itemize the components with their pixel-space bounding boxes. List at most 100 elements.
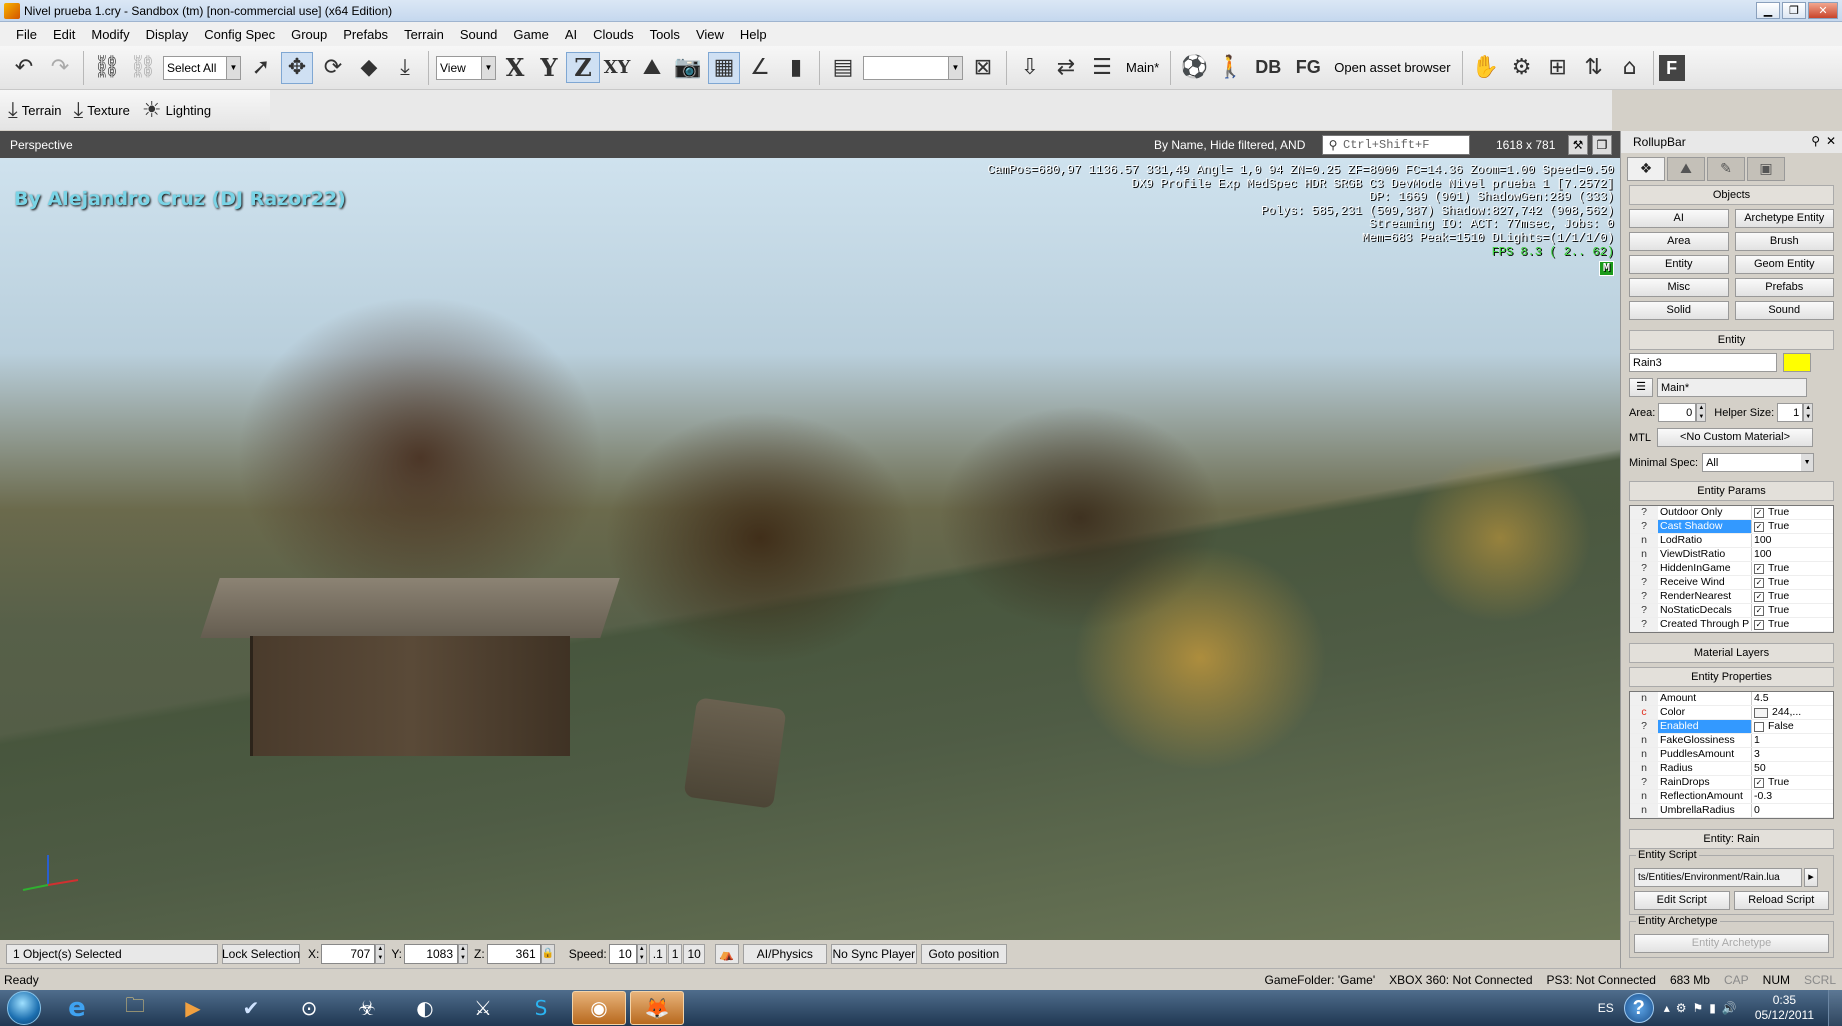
- selection-mask-dropdown[interactable]: Select All ▼: [163, 55, 241, 80]
- entity-param-value-cell[interactable]: 100: [1752, 534, 1833, 547]
- entity-property-row[interactable]: n Amount 4.5: [1630, 692, 1833, 706]
- entity-layer-value[interactable]: Main*: [1657, 378, 1807, 397]
- flowgraph-button[interactable]: FG: [1288, 57, 1328, 78]
- checkbox[interactable]: ✓: [1754, 605, 1764, 616]
- current-layer-label[interactable]: Main*: [1126, 60, 1159, 75]
- entity-param-row[interactable]: ? RenderNearest ✓ True: [1630, 590, 1833, 604]
- checkbox[interactable]: ✓: [1754, 507, 1764, 518]
- entity-property-row[interactable]: c Color 244,...: [1630, 706, 1833, 720]
- language-indicator[interactable]: ES: [1598, 1001, 1614, 1015]
- entity-param-row[interactable]: ? Receive Wind ✓ True: [1630, 576, 1833, 590]
- menu-edit[interactable]: Edit: [45, 27, 83, 42]
- show-desktop-button[interactable]: [1828, 990, 1842, 1026]
- entity-property-value-cell[interactable]: -0.3: [1752, 790, 1833, 803]
- entity-color-swatch[interactable]: [1783, 353, 1811, 372]
- menu-help[interactable]: Help: [732, 27, 775, 42]
- steam-icon[interactable]: ⊙: [282, 991, 336, 1025]
- menu-terrain[interactable]: Terrain: [396, 27, 452, 42]
- entity-property-value-cell[interactable]: ✓ True: [1752, 776, 1833, 789]
- menu-group[interactable]: Group: [283, 27, 335, 42]
- import-icon[interactable]: ⇄: [1050, 52, 1082, 84]
- close-button[interactable]: ✕: [1808, 2, 1838, 19]
- crysis-icon[interactable]: ☣: [340, 991, 394, 1025]
- objects-section-header[interactable]: Objects: [1629, 185, 1834, 205]
- network-icon[interactable]: ⚙: [1506, 52, 1538, 84]
- object-archetype-entity-button[interactable]: Archetype Entity: [1734, 209, 1834, 228]
- custom-material-button[interactable]: <No Custom Material>: [1657, 428, 1813, 447]
- crysis-wars-icon[interactable]: ◐: [398, 991, 452, 1025]
- y-spinner[interactable]: ▲ ▼: [458, 944, 469, 964]
- entity-param-value-cell[interactable]: ✓ True: [1752, 520, 1833, 533]
- entity-rain-header[interactable]: Entity: Rain: [1629, 829, 1834, 849]
- goto-position-button[interactable]: Goto position: [920, 944, 1007, 964]
- menu-view[interactable]: View: [688, 27, 732, 42]
- entity-section-header[interactable]: Entity: [1629, 330, 1834, 350]
- start-button[interactable]: [0, 990, 48, 1026]
- database-button[interactable]: DB: [1248, 57, 1288, 78]
- terrain-button[interactable]: ⤓ Terrain: [8, 98, 61, 123]
- entity-param-value-cell[interactable]: ✓ True: [1752, 604, 1833, 617]
- f-button[interactable]: F: [1658, 54, 1685, 81]
- checkbox[interactable]: ✓: [1754, 591, 1764, 602]
- entity-property-row[interactable]: n PuddlesAmount 3: [1630, 748, 1833, 762]
- named-selection-dropdown[interactable]: ▼: [863, 55, 963, 80]
- system-clock[interactable]: 0:35 05/12/2011: [1755, 993, 1814, 1023]
- entity-property-row[interactable]: n UmbrellaRadius 0: [1630, 804, 1833, 818]
- y-coordinate-input[interactable]: 1083: [404, 944, 459, 964]
- object-solid-button[interactable]: Solid: [1629, 301, 1729, 320]
- axis-y-button[interactable]: Y: [532, 53, 566, 82]
- entity-param-row[interactable]: ? Outdoor Only ✓ True: [1630, 506, 1833, 520]
- viewport-filter-label[interactable]: By Name, Hide filtered, AND: [1154, 138, 1305, 152]
- checkbox[interactable]: ✓: [1754, 577, 1764, 588]
- entity-property-value-cell[interactable]: 50: [1752, 762, 1833, 775]
- axis-z-button[interactable]: Z: [566, 52, 600, 83]
- tab-objects[interactable]: ❖: [1627, 157, 1665, 181]
- menu-sound[interactable]: Sound: [452, 27, 506, 42]
- entity-param-row[interactable]: n LodRatio 100: [1630, 534, 1833, 548]
- menu-clouds[interactable]: Clouds: [585, 27, 641, 42]
- object-sound-button[interactable]: Sound: [1734, 301, 1834, 320]
- viewport-search-input[interactable]: ⚲ Ctrl+Shift+F: [1322, 135, 1470, 155]
- angle-snap-icon[interactable]: ∠: [744, 52, 776, 84]
- grid-snap-icon[interactable]: ▦: [708, 51, 740, 84]
- viewport-tools-icon[interactable]: ⚒: [1568, 135, 1588, 155]
- close-icon[interactable]: ✕: [1826, 134, 1836, 148]
- min-spec-dropdown[interactable]: All ▼: [1702, 453, 1815, 472]
- tray-icons[interactable]: ▴⚙⚑▮🔊: [1664, 1001, 1743, 1015]
- entity-property-row[interactable]: ? RainDrops ✓ True: [1630, 776, 1833, 790]
- character-icon[interactable]: 🚶: [1214, 52, 1246, 84]
- tab-display[interactable]: ▣: [1747, 157, 1785, 181]
- checkbox[interactable]: ✓: [1754, 563, 1764, 574]
- entity-name-input[interactable]: Rain3: [1629, 353, 1777, 372]
- checkbox[interactable]: ✓: [1754, 777, 1764, 788]
- undo-icon[interactable]: ↶: [8, 52, 40, 84]
- file-explorer-icon[interactable]: 🗀: [108, 991, 162, 1025]
- internet-explorer-icon[interactable]: e: [50, 991, 104, 1025]
- restore-button[interactable]: ❐: [1782, 2, 1806, 19]
- entity-param-row[interactable]: n ViewDistRatio 100: [1630, 548, 1833, 562]
- perspective-viewport[interactable]: By Alejandro Cruz (DJ Razor22) CamPos=68…: [0, 158, 1620, 940]
- physics-ball-icon[interactable]: ⚽: [1178, 52, 1210, 84]
- speed-preset-10[interactable]: 10: [683, 944, 705, 964]
- speed-preset-01[interactable]: .1: [648, 944, 667, 964]
- entity-property-value-cell[interactable]: 244,...: [1752, 706, 1833, 719]
- terrain-collision-icon[interactable]: ⛺: [714, 944, 739, 964]
- tab-modeling[interactable]: ✎: [1707, 157, 1745, 181]
- script-path-field[interactable]: ts/Entities/Environment/Rain.lua: [1634, 868, 1802, 887]
- x-coordinate-input[interactable]: 707: [321, 944, 376, 964]
- grid-tool-icon[interactable]: ⊞: [1542, 52, 1574, 84]
- entity-property-row[interactable]: ? Enabled False: [1630, 720, 1833, 734]
- layers-icon[interactable]: ☰: [1086, 52, 1118, 84]
- entity-param-value-cell[interactable]: 100: [1752, 548, 1833, 561]
- axis-x-button[interactable]: X: [498, 53, 532, 82]
- area-spinner[interactable]: ▲ ▼: [1696, 403, 1707, 422]
- object-misc-button[interactable]: Misc: [1629, 278, 1729, 297]
- menu-modify[interactable]: Modify: [83, 27, 137, 42]
- menu-prefabs[interactable]: Prefabs: [335, 27, 396, 42]
- entity-param-value-cell[interactable]: ✓ True: [1752, 576, 1833, 589]
- entity-param-row[interactable]: ? NoStaticDecals ✓ True: [1630, 604, 1833, 618]
- reload-script-button[interactable]: Reload Script: [1733, 891, 1829, 910]
- entity-param-row[interactable]: ? HiddenInGame ✓ True: [1630, 562, 1833, 576]
- lock-selection-button[interactable]: Lock Selection: [222, 944, 300, 964]
- export-icon[interactable]: ⇩: [1014, 52, 1046, 84]
